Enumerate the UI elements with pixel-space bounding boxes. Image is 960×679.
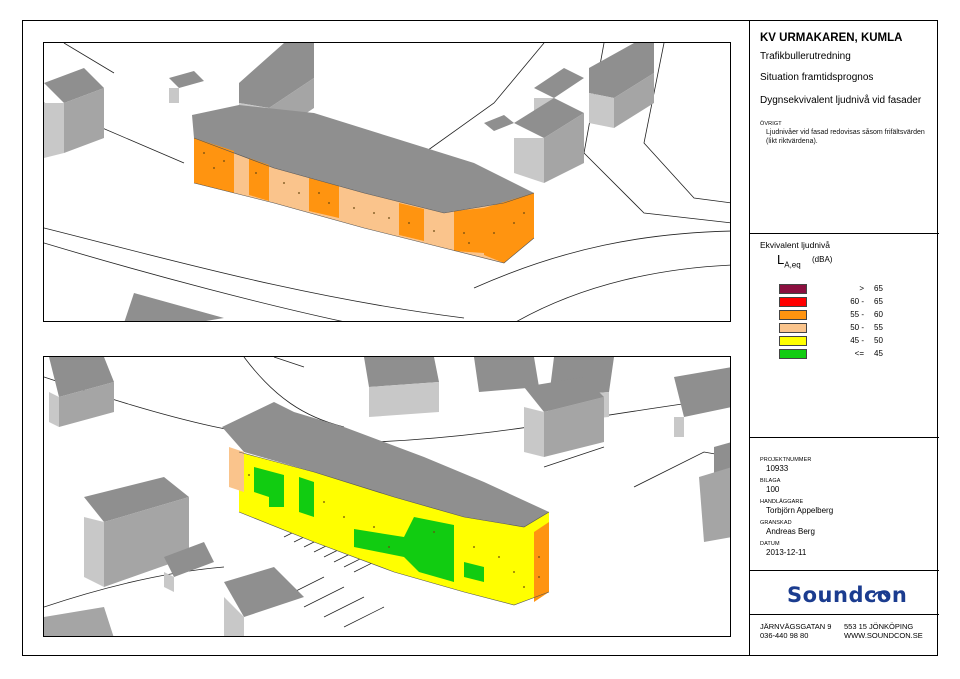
legend-row: 60 - 65 [779,297,929,307]
notes-line-1: Ljudnivåer vid fasad redovisas såsom fri… [766,129,925,136]
logo-sound-wave-icon [872,591,888,598]
legend-range-value: 50 [874,336,883,345]
legend-swatch [779,297,807,307]
legend-range-value: 45 [874,349,883,358]
attachment-number: 100 [766,485,780,494]
legend-row: 45 - 50 [779,336,929,346]
legend-symbol: LA,eq [777,252,801,270]
legend-swatch [779,336,807,346]
separator [750,437,939,438]
legend-range-value: 60 [874,310,883,319]
legend-row: <= 45 [779,349,929,359]
legend-swatch [779,323,807,333]
notes-line-2: (likt riktvärdena). [766,138,818,145]
facade-view-street-side [43,42,731,322]
legend-range-value: 55 [874,323,883,332]
company-website: WWW.SOUNDCON.SE [844,631,923,640]
separator [750,233,939,234]
legend-swatch [779,284,807,294]
legend-row: 55 - 60 [779,310,929,320]
metric-description: Dygnsekvivalent ljudnivå vid fasader [760,95,922,106]
project-number: 10933 [766,464,789,473]
legend-row: 50 - 55 [779,323,929,333]
legend-row: >65 [779,284,929,294]
handler-label: HANDLÄGGARE [760,499,804,505]
legend-range-prefix: > [859,284,864,293]
facade-view-courtyard-side [43,356,731,637]
legend-symbol-sub: A,eq [784,260,801,270]
legend-swatch [779,349,807,359]
separator [750,570,939,571]
report-type: Trafikbullerutredning [760,51,851,62]
project-number-label: PROJEKTNUMMER [760,457,812,463]
legend-swatch [779,310,807,320]
legend-range-prefix: 55 - [850,310,864,319]
legend-range-prefix: 60 - [850,297,864,306]
legend-range-prefix: <= [854,349,864,358]
legend-range-prefix: 45 - [850,336,864,345]
reviewer-name: Andreas Berg [766,527,815,536]
legend-range-prefix: 50 - [850,323,864,332]
reviewer-label: GRANSKAD [760,520,792,526]
facade-view-courtyard-side-drawing [44,357,730,636]
situation: Situation framtidsprognos [760,72,874,83]
handler-name: Torbjörn Appelberg [766,506,834,515]
legend-title: Ekvivalent ljudnivå [760,240,830,250]
separator [750,614,939,615]
legend-unit: (dBA) [812,255,833,264]
legend-range-value: 65 [874,297,883,306]
company-phone: 036-440 98 80 [760,631,809,640]
date-label: DATUM [760,541,780,547]
legend-range-value: 65 [874,284,883,293]
attachment-label: BILAGA [760,478,781,484]
facade-view-street-side-drawing [44,43,730,321]
company-city: 553 15 JÖNKÖPING [844,622,914,631]
notes-label: ÖVRIGT [760,121,782,127]
project-name: KV URMAKAREN, KUMLA [760,32,903,44]
date-value: 2013-12-11 [766,548,807,557]
title-block: KV URMAKAREN, KUMLA Trafikbullerutrednin… [749,20,939,656]
company-street: JÄRNVÄGSGATAN 9 [760,622,832,631]
